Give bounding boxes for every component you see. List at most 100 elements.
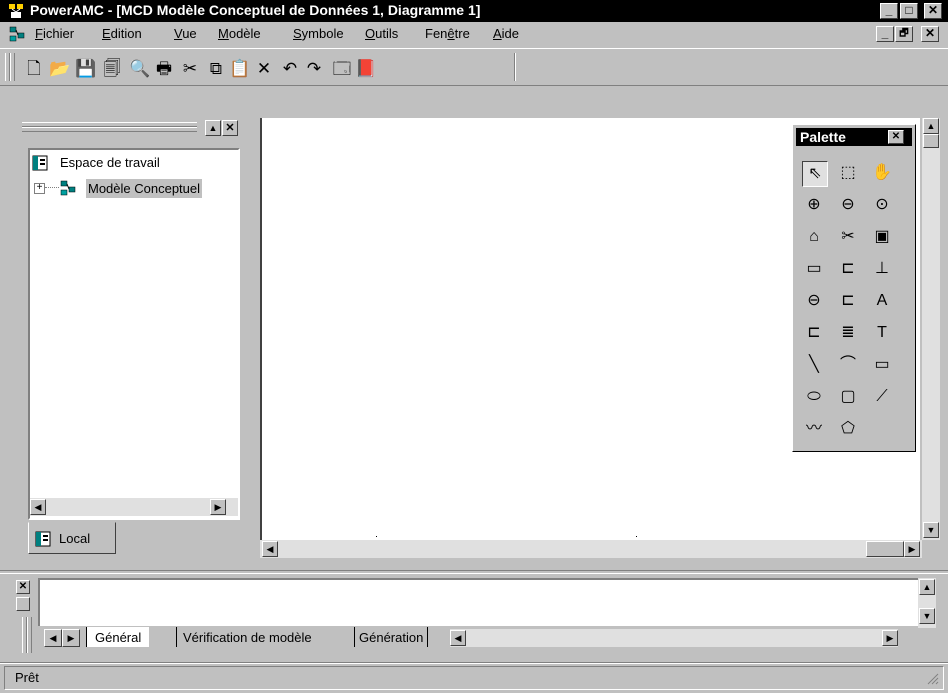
canvas-hscrollbar[interactable]: ◀ ▶ xyxy=(260,540,922,558)
menu-item-3[interactable]: Modèle xyxy=(218,26,261,41)
tab-scroll-left-button[interactable]: ◀ xyxy=(44,629,62,647)
text-style-icon[interactable]: A xyxy=(870,289,894,313)
paste-icon[interactable]: 📋 xyxy=(228,56,252,80)
maximize-button[interactable]: □ xyxy=(900,3,918,19)
output-scroll-up-button[interactable]: ▲ xyxy=(919,579,935,595)
pointer-icon[interactable]: ⇖ xyxy=(802,161,828,187)
tab-generation[interactable]: Génération xyxy=(354,627,429,647)
polygon-icon[interactable]: ⬠ xyxy=(836,417,860,441)
output-text-area[interactable] xyxy=(38,578,918,628)
list-icon[interactable]: ≣ xyxy=(836,321,860,345)
browser-hscrollbar[interactable]: ◀ ▶ xyxy=(30,498,238,516)
output-vscrollbar[interactable]: ▲ ▼ xyxy=(918,578,936,628)
relationship-icon[interactable]: ⊏ xyxy=(836,257,860,281)
workspace-icon[interactable] xyxy=(32,155,48,171)
undo-icon[interactable]: ↶ xyxy=(278,56,302,80)
polyline-icon[interactable]: ⟋ xyxy=(870,385,894,409)
tab-general[interactable]: Général xyxy=(86,627,150,647)
scroll-down-button[interactable]: ▼ xyxy=(923,522,939,538)
poweramc-app-icon[interactable] xyxy=(8,3,24,19)
minimize-button[interactable]: _ xyxy=(880,3,898,19)
palette-title-bar[interactable]: Palette ✕ xyxy=(796,128,912,146)
output-close-button[interactable]: ✕ xyxy=(16,580,30,594)
canvas-vscrollbar[interactable]: ▲ ▼ xyxy=(922,118,940,540)
package-icon[interactable]: ⊏ xyxy=(802,321,826,345)
association-link-icon[interactable]: ⊏ xyxy=(836,289,860,313)
scroll-right-button[interactable]: ▶ xyxy=(210,499,226,515)
ellipse-icon[interactable]: ⬭ xyxy=(802,385,826,409)
hscroll-thumb[interactable] xyxy=(866,541,904,557)
rounded-rectangle-icon[interactable]: ▢ xyxy=(836,385,860,409)
entity-icon[interactable]: ▭ xyxy=(802,257,826,281)
print-icon[interactable]: 🖶 xyxy=(152,56,176,80)
association-icon[interactable]: ⊖ xyxy=(802,289,826,313)
panel-close-button[interactable]: ✕ xyxy=(222,120,238,136)
output-grip-2[interactable] xyxy=(27,617,32,653)
properties-tool-icon[interactable]: ▣ xyxy=(870,225,894,249)
output-hscrollbar[interactable]: ◀ ▶ xyxy=(450,629,898,647)
delete-icon[interactable]: ✕ xyxy=(252,56,276,80)
redo-icon[interactable]: ↷ xyxy=(302,56,326,80)
grabber-hand-icon[interactable]: ✋ xyxy=(870,161,894,185)
tab-local[interactable]: Local xyxy=(28,522,116,554)
text-tool-icon[interactable]: T xyxy=(870,321,894,345)
output-hscroll-right-button[interactable]: ▶ xyxy=(882,630,898,646)
lasso-select-icon[interactable]: ⬚ xyxy=(836,161,860,185)
inheritance-icon[interactable]: ⊥ xyxy=(870,257,894,281)
child-minimize-button[interactable]: _ xyxy=(876,26,894,42)
output-hscroll-left-button[interactable]: ◀ xyxy=(450,630,466,646)
properties-icon[interactable]: 🗔 xyxy=(330,56,354,80)
document-icon[interactable] xyxy=(8,25,26,43)
menu-item-7[interactable]: Aide xyxy=(493,26,519,41)
resize-grip-icon[interactable] xyxy=(925,671,939,685)
menu-item-2[interactable]: Vue xyxy=(174,26,197,41)
tree-item-model[interactable]: Modèle Conceptuel xyxy=(86,179,203,198)
output-scroll-down-button[interactable]: ▼ xyxy=(919,608,935,624)
freeform-line-icon[interactable]: 〰 xyxy=(802,417,826,441)
menu-item-4[interactable]: Symbole xyxy=(293,26,344,41)
output-restore-button[interactable] xyxy=(16,597,30,611)
scroll-left-button[interactable]: ◀ xyxy=(30,499,46,515)
save-all-icon[interactable]: 🗐 xyxy=(100,56,124,80)
scroll-up-button[interactable]: ▲ xyxy=(923,118,939,134)
help-book-icon[interactable]: 📕 xyxy=(354,56,378,80)
tab-verification[interactable]: Vérification de modèle xyxy=(176,627,318,647)
save-icon[interactable]: 💾 xyxy=(74,56,98,80)
menu-item-0[interactable]: Fichier xyxy=(35,26,74,41)
copy-icon[interactable]: ⧉ xyxy=(204,56,228,80)
arc-icon[interactable]: ⌒ xyxy=(836,353,860,377)
child-close-button[interactable]: ✕ xyxy=(921,26,939,42)
zoom-out-icon[interactable]: ⊖ xyxy=(836,193,860,217)
tree-item-workspace[interactable]: Espace de travail xyxy=(60,155,160,170)
output-splitter[interactable] xyxy=(0,570,948,574)
line-icon[interactable]: ╲ xyxy=(802,353,826,377)
hscroll-right-button[interactable]: ▶ xyxy=(904,541,920,557)
model-icon[interactable] xyxy=(59,179,77,197)
title-bar[interactable]: PowerAMC - [MCD Modèle Conceptuel de Don… xyxy=(0,0,948,22)
new-icon[interactable]: 🗋 xyxy=(22,56,46,80)
menu-item-mnemonic: S xyxy=(293,26,302,41)
menu-item-1[interactable]: Edition xyxy=(102,26,142,41)
tree-expand-button[interactable]: + xyxy=(34,183,45,194)
zoom-fit-icon[interactable]: ⊙ xyxy=(870,193,894,217)
close-button[interactable]: ✕ xyxy=(924,3,942,19)
toolbar-grip-2[interactable] xyxy=(10,53,15,81)
menu-item-5[interactable]: Outils xyxy=(365,26,398,41)
delete-link-icon[interactable]: ✂ xyxy=(836,225,860,249)
menu-item-6[interactable]: Fenêtre xyxy=(425,26,470,41)
hscroll-left-button[interactable]: ◀ xyxy=(262,541,278,557)
rectangle-icon[interactable]: ▭ xyxy=(870,353,894,377)
zoom-in-icon[interactable]: ⊕ xyxy=(802,193,826,217)
tab-scroll-right-button[interactable]: ▶ xyxy=(62,629,80,647)
palette-close-button[interactable]: ✕ xyxy=(888,130,904,144)
print-preview-icon[interactable]: 🔍 xyxy=(128,56,152,80)
vscroll-thumb[interactable] xyxy=(923,134,939,148)
open-icon[interactable]: 📂 xyxy=(48,56,72,80)
cut-icon[interactable]: ✂ xyxy=(178,56,202,80)
panel-maximize-button[interactable]: ▲ xyxy=(205,120,221,136)
open-package-icon[interactable]: ⌂ xyxy=(802,225,826,249)
page-boundary-mark xyxy=(376,536,377,537)
standard-toolbar: 🗋 📂 💾 🗐 🔍 🖶 ✂ ⧉ 📋 ✕ ↶ ↷ 🗔 📕 xyxy=(0,48,948,86)
panel-grip-2[interactable] xyxy=(22,127,197,132)
child-restore-button[interactable]: 🗗 xyxy=(895,26,913,42)
